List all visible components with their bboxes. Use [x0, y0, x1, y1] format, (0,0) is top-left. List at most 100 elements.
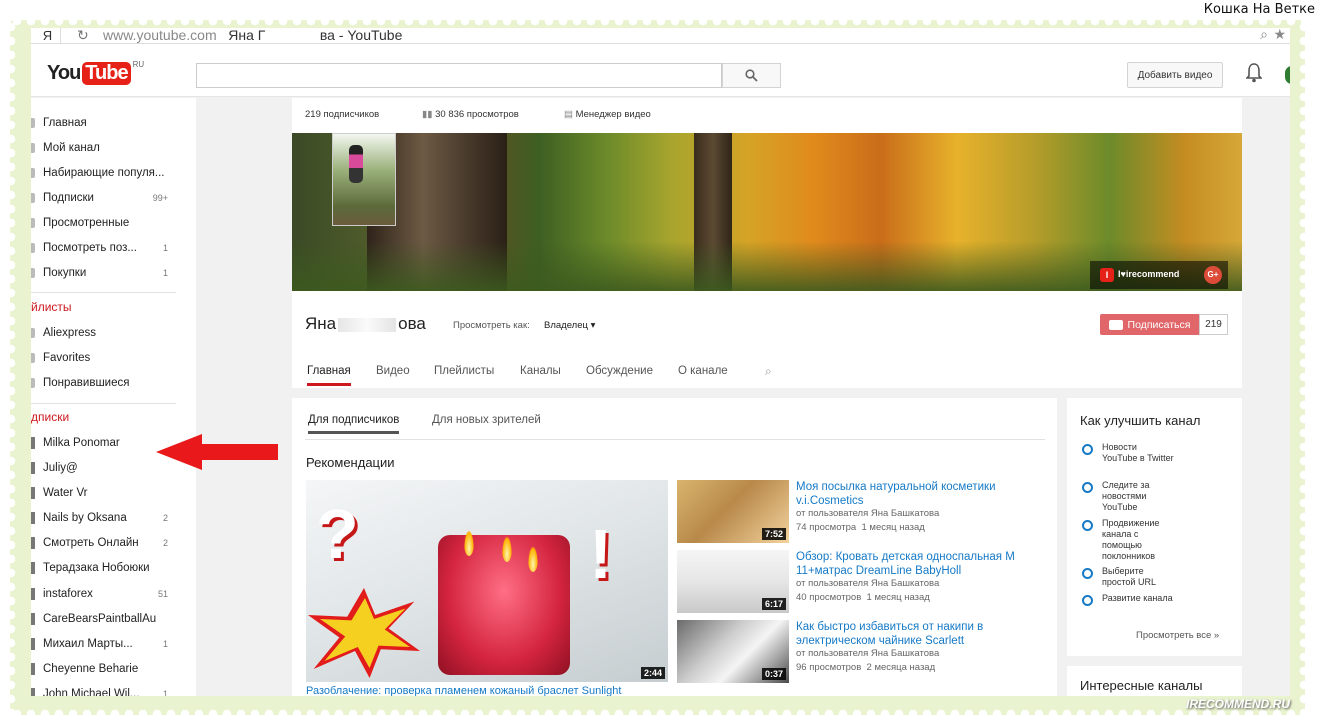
channel-search-icon[interactable]: ⌕	[765, 364, 772, 379]
radio-circle-icon	[1082, 595, 1093, 606]
sidebar-item-label: Посмотреть поз...	[43, 242, 137, 254]
flame-shape	[464, 530, 474, 556]
screenshot-area: Я ↻ www.youtube.com Яна Г ва - YouTube ⌕…	[31, 28, 1290, 696]
sidebar-item-purchases[interactable]: Покупки 1	[31, 263, 196, 283]
video-thumbnail[interactable]: 6:17	[677, 550, 789, 613]
sidebar-playlist-item[interactable]: Favorites	[31, 348, 196, 368]
channel-profile-photo[interactable]	[332, 133, 396, 226]
sidebar-playlist-item[interactable]: Aliexpress	[31, 323, 196, 343]
sidebar-item-label: Cheyenne Beharie	[43, 663, 139, 675]
subscriptions-header[interactable]: дписки	[31, 410, 69, 424]
irecommend-link[interactable]: I♥irecommend	[1118, 269, 1179, 279]
sidebar-item-history[interactable]: Просмотренные	[31, 213, 196, 233]
sidebar-item-count: 1	[162, 268, 168, 278]
video-title[interactable]: Как быстро избавиться от накипи в электр…	[796, 620, 1041, 648]
video-age: 2 месяца назад	[866, 662, 936, 673]
sidebar-item-label: Покупки	[43, 267, 87, 279]
improve-channel-title: Как улучшить канал	[1080, 413, 1201, 428]
sidebar-item-count: 1	[162, 243, 168, 253]
sidebar-subscription-item[interactable]: instaforex 51	[31, 584, 196, 604]
featured-video-thumbnail[interactable]: ? ! 2:44	[306, 480, 668, 682]
channel-avatar	[31, 663, 35, 675]
sidebar-subscription-item[interactable]: CareBearsPaintballAu	[31, 609, 196, 629]
notifications-bell-icon[interactable]	[1245, 63, 1263, 85]
irecommend-icon[interactable]: I	[1100, 268, 1114, 282]
featured-video-title[interactable]: Разоблачение: проверка пламенем кожаный …	[306, 685, 621, 696]
view-as-dropdown[interactable]: Владелец ▾	[544, 320, 595, 331]
tab-channels[interactable]: Каналы	[520, 365, 561, 377]
tab-for-subscribers[interactable]: Для подписчиков	[308, 414, 400, 434]
sidebar-item-label: Water Vr	[43, 487, 88, 499]
tab-videos[interactable]: Видео	[376, 365, 410, 377]
playlist-icon	[31, 328, 35, 338]
video-duration: 6:17	[761, 598, 786, 610]
sidebar-item-subscriptions[interactable]: Подписки 99+	[31, 188, 196, 208]
video-title[interactable]: Моя посылка натуральной косметики v.i.Co…	[796, 480, 1041, 508]
channel-avatar	[31, 688, 35, 696]
video-thumbnail[interactable]: 0:37	[677, 620, 789, 683]
yandex-icon[interactable]: Я	[35, 28, 61, 44]
sidebar-item-home[interactable]: Главная	[31, 113, 196, 133]
frame-perforation-top	[10, 16, 1305, 26]
frame-perforation-right	[1299, 20, 1309, 715]
subscribe-button[interactable]: Подписаться	[1100, 314, 1199, 335]
video-item[interactable]: 0:37 Как быстро избавиться от накипи в э…	[677, 620, 1047, 685]
video-item[interactable]: 7:52 Моя посылка натуральной косметики v…	[677, 480, 1047, 545]
question-mark-graphic: ?	[316, 495, 359, 573]
address-url[interactable]: www.youtube.com Яна Г ва - YouTube	[103, 28, 402, 43]
improve-item-text: Новости YouTube в Twitter	[1102, 442, 1174, 463]
subscribers-stat[interactable]: 219 подписчиков	[305, 109, 379, 120]
sidebar-playlist-item[interactable]: Понравившиеся	[31, 373, 196, 393]
sidebar-subscription-item[interactable]: Nails by Oksana 2	[31, 508, 196, 528]
sidebar-item-label: Главная	[43, 117, 87, 129]
tab-discussion[interactable]: Обсуждение	[586, 365, 653, 377]
sidebar-item-label: Терадзака Нобоюки	[43, 562, 150, 574]
video-title[interactable]: Обзор: Кровать детская односпальная М 11…	[796, 550, 1041, 578]
view-all-link[interactable]: Просмотреть все »	[1136, 630, 1219, 641]
tab-playlists[interactable]: Плейлисты	[434, 365, 494, 377]
playlist-icon	[31, 353, 35, 363]
view-as-label: Просмотреть как:	[453, 320, 530, 331]
upload-video-button[interactable]: Добавить видео	[1127, 62, 1223, 88]
sidebar-item-label: Favorites	[43, 352, 91, 364]
sidebar-subscription-item[interactable]: Терадзака Нобоюки	[31, 558, 196, 578]
search-input[interactable]	[196, 63, 722, 88]
views-stat[interactable]: ▮▮ 30 836 просмотров	[422, 109, 519, 120]
video-uploader: от пользователя Яна Башкатова	[796, 648, 940, 659]
radio-circle-icon	[1082, 482, 1093, 493]
redacted-name	[338, 317, 397, 332]
tab-about[interactable]: О канале	[678, 365, 728, 377]
video-thumbnail[interactable]: 7:52	[677, 480, 789, 543]
sidebar-item-count: 1	[162, 689, 168, 696]
sidebar-subscription-item[interactable]: Михаил Марты... 1	[31, 634, 196, 654]
featured-channels-panel: Интересные каналы	[1067, 666, 1242, 696]
browser-search-icon[interactable]: ⌕	[1260, 28, 1268, 43]
playlists-header[interactable]: йлисты	[31, 300, 72, 314]
sidebar-item-label: Aliexpress	[43, 327, 97, 339]
sidebar-subscription-item[interactable]: Water Vr	[31, 483, 196, 503]
radio-circle-icon	[1082, 444, 1093, 455]
youtube-logo[interactable]: You Tube RU	[47, 60, 144, 86]
page-title-end: ва - YouTube	[319, 28, 403, 43]
google-plus-icon[interactable]: G+	[1204, 266, 1222, 284]
sidebar-subscription-item[interactable]: Смотреть Онлайн 2	[31, 533, 196, 553]
youtube-play-icon	[1108, 319, 1123, 330]
bookmark-star-icon[interactable]: ★	[1273, 28, 1286, 43]
sidebar-subscription-item[interactable]: Cheyenne Beharie	[31, 659, 196, 679]
video-manager-link[interactable]: ▤ Менеджер видео	[564, 109, 651, 120]
channel-avatar	[31, 613, 35, 625]
search-icon	[745, 69, 758, 82]
reload-icon[interactable]: ↻	[77, 28, 89, 44]
tab-home[interactable]: Главная	[307, 365, 351, 386]
bar-chart-icon: ▮▮	[422, 109, 436, 120]
video-item[interactable]: 6:17 Обзор: Кровать детская односпальная…	[677, 550, 1047, 615]
sidebar-item-my-channel[interactable]: Мой канал	[31, 138, 196, 158]
sidebar-item-watch-later[interactable]: Посмотреть поз... 1	[31, 238, 196, 258]
watch-later-icon	[31, 243, 35, 253]
channel-avatar	[31, 437, 35, 449]
sidebar-item-trending[interactable]: Набирающие популя...	[31, 163, 196, 183]
sidebar-subscription-item[interactable]: John Michael Wil... 1	[31, 684, 196, 696]
tab-for-new-viewers[interactable]: Для новых зрителей	[432, 414, 541, 426]
account-avatar[interactable]	[1285, 66, 1290, 84]
search-button[interactable]	[722, 63, 781, 88]
